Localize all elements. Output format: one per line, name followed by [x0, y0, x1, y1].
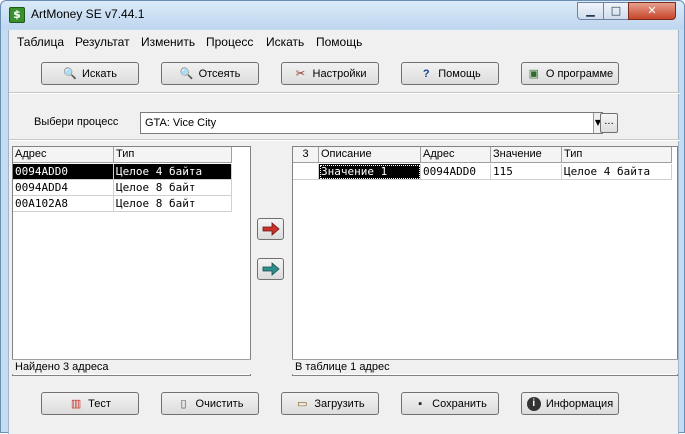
- save-button-label: Сохранить: [432, 397, 487, 410]
- menu-process[interactable]: Процесс: [206, 35, 253, 49]
- menu-result[interactable]: Результат: [75, 35, 130, 49]
- toolbar-separator: [9, 92, 680, 94]
- table-row-type[interactable]: Целое 8 байт: [114, 196, 232, 212]
- about-icon: ▣: [528, 67, 540, 80]
- settings-tools-icon: ✂: [295, 67, 306, 80]
- about-button[interactable]: ▣ О программе: [521, 62, 619, 85]
- window-title: ArtMoney SE v7.44.1: [31, 7, 145, 21]
- settings-button[interactable]: ✂ Настройки: [281, 62, 379, 85]
- menu-bar: Таблица Результат Изменить Процесс Искат…: [9, 32, 680, 52]
- table-row-index[interactable]: [293, 164, 319, 180]
- header-type[interactable]: Тип: [114, 147, 232, 163]
- search-status: Найдено 3 адреса: [12, 359, 251, 374]
- bar-chart-icon: ▥: [70, 397, 82, 410]
- header-value[interactable]: Значение: [491, 147, 562, 163]
- table-row-address[interactable]: 0094ADD0: [13, 164, 114, 180]
- table-row-address[interactable]: 00A102A8: [13, 196, 114, 212]
- maximize-button[interactable]: □: [603, 2, 629, 20]
- client-area: Таблица Результат Изменить Процесс Искат…: [8, 30, 680, 434]
- add-selected-button[interactable]: [257, 218, 284, 240]
- load-button[interactable]: ▭ Загрузить: [281, 392, 379, 415]
- artmoney-window: $ ArtMoney SE v7.44.1 ▁ □ ✕ Таблица Резу…: [0, 0, 685, 434]
- menu-search[interactable]: Искать: [266, 35, 304, 49]
- menu-help[interactable]: Помощь: [316, 35, 362, 49]
- table-row-type[interactable]: Целое 4 байта: [114, 164, 232, 180]
- address-table-panel: 3 Описание Адрес Значение Тип Значение 1…: [292, 146, 678, 376]
- table-row-type[interactable]: Целое 4 байта: [562, 164, 672, 180]
- close-icon: ✕: [647, 4, 657, 17]
- info-button[interactable]: i Информация: [521, 392, 619, 415]
- settings-button-label: Настройки: [312, 67, 367, 80]
- load-button-label: Загрузить: [314, 397, 365, 410]
- close-button[interactable]: ✕: [628, 2, 676, 20]
- table-row-address[interactable]: 0094ADD0: [421, 164, 491, 180]
- search-button[interactable]: 🔍 Искать: [41, 62, 139, 85]
- table-row-type[interactable]: Целое 8 байт: [114, 180, 232, 196]
- minimize-button[interactable]: ▁: [577, 2, 604, 20]
- browse-process-button[interactable]: ...: [600, 113, 618, 133]
- save-button[interactable]: ▪ Сохранить: [401, 392, 499, 415]
- test-button[interactable]: ▥ Тест: [41, 392, 139, 415]
- clear-button[interactable]: ▯ Очистить: [161, 392, 259, 415]
- add-all-button[interactable]: [257, 258, 284, 280]
- arrow-right-red-icon: [262, 222, 280, 236]
- clear-button-label: Очистить: [195, 397, 244, 410]
- arrow-right-teal-icon: [262, 262, 280, 276]
- header-address[interactable]: Адрес: [421, 147, 491, 163]
- table-row-value[interactable]: 115: [491, 164, 562, 180]
- test-button-label: Тест: [88, 397, 111, 410]
- filter-button[interactable]: 🔍 Отсеять: [161, 62, 259, 85]
- magnifier-icon: 🔍: [63, 67, 77, 80]
- search-button-label: Искать: [81, 67, 118, 80]
- help-button[interactable]: ? Помощь: [401, 62, 499, 85]
- about-button-label: О программе: [545, 67, 614, 80]
- help-button-label: Помощь: [438, 67, 481, 80]
- header-description[interactable]: Описание: [319, 147, 421, 163]
- app-icon: $: [9, 7, 25, 23]
- title-bar[interactable]: $ ArtMoney SE v7.44.1 ▁ □ ✕: [1, 1, 684, 29]
- menu-table[interactable]: Таблица: [17, 35, 64, 49]
- process-combobox[interactable]: GTA: Vice City ▼: [140, 112, 603, 134]
- help-icon: ?: [422, 67, 430, 80]
- header-type[interactable]: Тип: [562, 147, 672, 163]
- header-address[interactable]: Адрес: [13, 147, 114, 163]
- menu-edit[interactable]: Изменить: [141, 35, 195, 49]
- table-row-address[interactable]: 0094ADD4: [13, 180, 114, 196]
- info-icon: i: [526, 396, 541, 411]
- header-count[interactable]: 3: [293, 147, 319, 163]
- floppy-disk-icon: ▪: [418, 397, 423, 410]
- minimize-icon: ▁: [586, 4, 595, 17]
- info-button-label: Информация: [545, 397, 614, 410]
- table-row-description[interactable]: Значение 1: [319, 164, 421, 180]
- page-icon: ▯: [180, 397, 187, 410]
- table-status: В таблице 1 адрес: [292, 359, 678, 374]
- maximize-icon: □: [610, 4, 622, 17]
- process-label: Выбери процесс: [34, 116, 119, 128]
- process-separator: [9, 139, 680, 141]
- process-value: GTA: Vice City: [145, 117, 217, 129]
- magnifier-filter-icon: 🔍: [179, 67, 194, 80]
- filter-button-label: Отсеять: [198, 67, 241, 80]
- search-results-panel: Адрес Тип 0094ADD0 Целое 4 байта 0094ADD…: [12, 146, 251, 376]
- folder-open-icon: ▭: [297, 397, 308, 410]
